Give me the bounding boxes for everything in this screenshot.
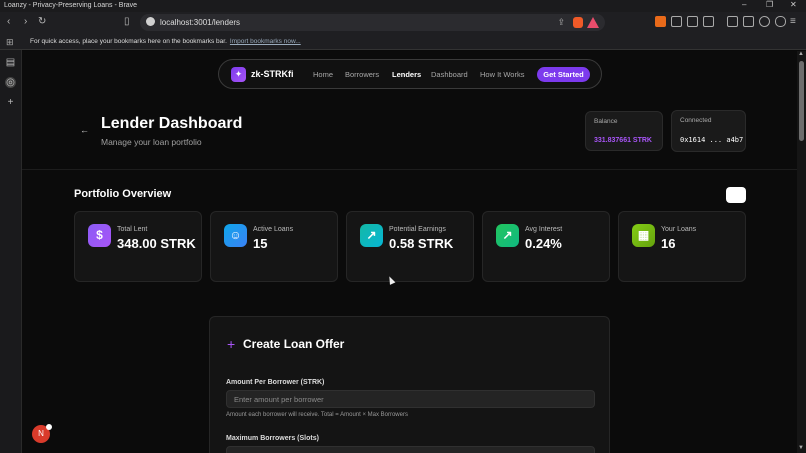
calendar-icon: ▦ — [632, 224, 655, 247]
create-loan-offer-form: + Create Loan Offer Amount Per Borrower … — [209, 316, 610, 453]
nav-home[interactable]: Home — [313, 70, 333, 79]
dollar-icon: $ — [88, 224, 111, 247]
scroll-up-icon[interactable]: ▲ — [798, 51, 804, 57]
nav-how-it-works[interactable]: How It Works — [480, 70, 524, 79]
extension-icon[interactable] — [655, 16, 666, 27]
page-scrollbar[interactable]: ▲ ▼ — [797, 51, 806, 453]
stat-value: 0.58 STRK — [389, 236, 454, 251]
balance-box: Balance 331.837661 STRK — [585, 111, 663, 151]
plus-icon: + — [227, 336, 236, 352]
stat-label: Avg Interest — [525, 226, 563, 233]
stat-label: Active Loans — [253, 226, 294, 233]
trending-up-icon: ↗ — [496, 224, 519, 247]
sidebar-panel-icon[interactable]: ▤ — [5, 57, 16, 68]
nav-dashboard[interactable]: Dashboard — [431, 70, 468, 79]
avatar[interactable]: N — [32, 424, 52, 443]
leo-ai-icon[interactable] — [759, 16, 770, 27]
reload-icon[interactable]: ↻ — [38, 16, 46, 27]
brave-shields-icon[interactable] — [573, 17, 583, 28]
window-title: Loanzy - Privacy-Preserving Loans - Brav… — [4, 2, 138, 9]
vpn-icon[interactable] — [775, 16, 786, 27]
stat-value: 16 — [661, 236, 676, 251]
window-titlebar: Loanzy - Privacy-Preserving Loans - Brav… — [0, 0, 806, 12]
notification-dot — [46, 424, 52, 430]
restore-icon[interactable]: ❐ — [766, 0, 773, 9]
share-icon[interactable]: ⇪ — [557, 17, 565, 28]
add-icon[interactable]: + — [5, 97, 16, 108]
wallet-address: 0x1614 ... a4b7 — [680, 136, 744, 144]
extension-icon[interactable] — [671, 16, 682, 27]
top-nav: ✦ zk-STRKfi Home Borrowers Lenders Dashb… — [218, 59, 602, 89]
page-subtitle: Manage your loan portfolio — [101, 137, 202, 147]
brand-name[interactable]: zk-STRKfi — [251, 69, 294, 79]
wallet-icon[interactable] — [743, 16, 754, 27]
balance-label: Balance — [594, 118, 618, 125]
browser-sidebar: ▤ ◎ + — [0, 50, 22, 453]
url-text[interactable]: localhost:3001/lenders — [160, 18, 240, 27]
trending-up-icon: ↗ — [360, 224, 383, 247]
site-info-icon[interactable] — [146, 17, 155, 26]
minimize-icon[interactable]: – — [742, 0, 746, 9]
nav-borrowers[interactable]: Borrowers — [345, 70, 379, 79]
page-content: ✦ zk-STRKfi Home Borrowers Lenders Dashb… — [22, 51, 797, 453]
max-borrowers-label: Maximum Borrowers (Slots) — [226, 435, 319, 442]
amount-hint: Amount each borrower will receive. Total… — [226, 412, 408, 418]
bookmarks-bar: ⊞ For quick access, place your bookmarks… — [0, 33, 806, 50]
max-borrowers-input[interactable] — [226, 446, 595, 453]
forward-icon[interactable]: › — [24, 16, 27, 27]
stat-card-total-lent: $ Total Lent 348.00 STRK — [74, 211, 202, 282]
menu-icon[interactable]: ≡ — [790, 16, 796, 27]
sidebar-tab-icon[interactable]: ◎ — [5, 77, 16, 88]
refresh-button[interactable] — [726, 187, 746, 203]
wallet-box[interactable]: Connected 0x1614 ... a4b7 — [671, 110, 746, 152]
browser-toolbar: ‹ › ↻ ▯ localhost:3001/lenders ⇪ ≡ — [0, 12, 806, 33]
stat-value: 15 — [253, 236, 268, 251]
form-title: Create Loan Offer — [243, 337, 345, 351]
back-arrow-icon[interactable]: ← — [80, 125, 89, 135]
stat-label: Potential Earnings — [389, 226, 446, 233]
bookmarks-hint: For quick access, place your bookmarks h… — [30, 38, 301, 45]
stat-label: Total Lent — [117, 226, 148, 233]
amount-input[interactable] — [226, 390, 595, 408]
page-title: Lender Dashboard — [101, 115, 243, 132]
amount-label: Amount Per Borrower (STRK) — [226, 379, 325, 386]
close-icon[interactable]: ✕ — [790, 0, 797, 9]
logo-icon[interactable]: ✦ — [231, 67, 246, 82]
stat-card-potential-earnings: ↗ Potential Earnings 0.58 STRK — [346, 211, 474, 282]
stat-card-your-loans: ▦ Your Loans 16 — [618, 211, 746, 282]
import-bookmarks-link[interactable]: Import bookmarks now... — [230, 38, 301, 45]
stat-card-active-loans: ☺ Active Loans 15 — [210, 211, 338, 282]
users-icon: ☺ — [224, 224, 247, 247]
back-icon[interactable]: ‹ — [7, 16, 10, 27]
stat-value: 0.24% — [525, 236, 562, 251]
scrollbar-thumb[interactable] — [799, 61, 804, 141]
bookmark-icon[interactable]: ▯ — [124, 16, 130, 27]
divider — [22, 169, 797, 170]
stat-value: 348.00 STRK — [117, 236, 196, 251]
connected-label: Connected — [680, 117, 712, 124]
sidebar-toggle-icon[interactable] — [727, 16, 738, 27]
brave-rewards-icon[interactable] — [587, 17, 599, 28]
screenshot-icon[interactable] — [703, 16, 714, 27]
stat-card-avg-interest: ↗ Avg Interest 0.24% — [482, 211, 610, 282]
scroll-down-icon[interactable]: ▼ — [798, 445, 804, 451]
extensions-icon[interactable] — [687, 16, 698, 27]
section-title: Portfolio Overview — [74, 188, 172, 200]
balance-value: 331.837661 STRK — [594, 137, 652, 144]
stat-label: Your Loans — [661, 226, 697, 233]
apps-grid-icon[interactable]: ⊞ — [6, 37, 14, 48]
get-started-button[interactable]: Get Started — [537, 67, 590, 82]
address-bar[interactable]: localhost:3001/lenders ⇪ — [140, 14, 605, 31]
nav-lenders[interactable]: Lenders — [392, 70, 421, 79]
